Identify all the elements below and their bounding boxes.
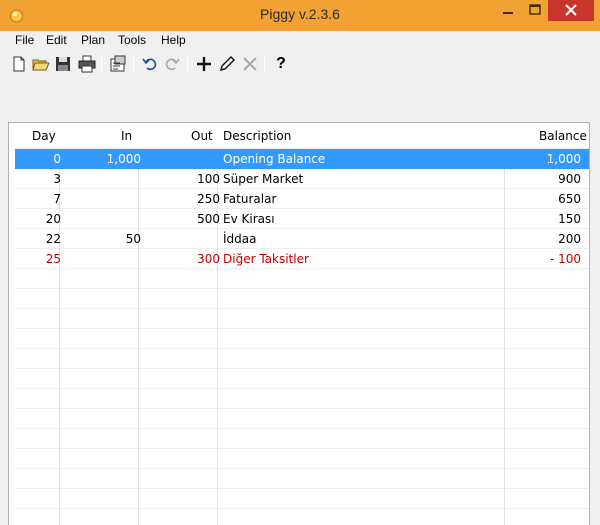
grid-row-line — [15, 448, 589, 449]
menu-edit[interactable]: Edit — [46, 33, 67, 47]
cell-day: 7 — [53, 192, 61, 206]
cell-description: Faturalar — [223, 192, 277, 206]
cell-day: 22 — [45, 232, 61, 246]
toolbar: ? — [0, 52, 600, 76]
cell-out: 250 — [197, 192, 220, 206]
table-row[interactable]: 25 300 Diğer Taksitler - 100 — [15, 249, 589, 269]
redo-icon[interactable] — [162, 54, 182, 74]
column-header-in[interactable]: In — [121, 129, 132, 143]
grid-row-line — [15, 408, 589, 409]
cell-balance: 200 — [558, 232, 581, 246]
properties-icon[interactable] — [108, 54, 128, 74]
cell-balance: 1,000 — [546, 152, 581, 166]
cell-day: 20 — [45, 212, 61, 226]
undo-icon[interactable] — [140, 54, 160, 74]
menu-help[interactable]: Help — [161, 33, 186, 47]
grid-row-line — [15, 348, 589, 349]
menu-file[interactable]: File — [15, 33, 34, 47]
grid-row-line — [15, 468, 589, 469]
table-row[interactable]: 3 100 Süper Market 900 — [15, 169, 589, 189]
transactions-grid[interactable]: Day In Out Description Balance 0 1,000 Ope… — [8, 122, 590, 525]
column-header-description[interactable]: Description — [223, 129, 291, 143]
cell-description: Opening Balance — [223, 152, 326, 166]
maximize-icon[interactable] — [522, 0, 548, 21]
edit-icon[interactable] — [217, 54, 237, 74]
title-bar[interactable]: Piggy v.2.3.6 — [0, 0, 600, 31]
grid-row-line — [15, 428, 589, 429]
cell-balance: 650 — [558, 192, 581, 206]
add-icon[interactable] — [194, 54, 214, 74]
delete-icon[interactable] — [240, 54, 260, 74]
table-row[interactable]: 0 1,000 Opening Balance 1,000 — [15, 149, 589, 169]
close-icon[interactable] — [548, 0, 594, 21]
menu-tools[interactable]: Tools — [118, 33, 146, 47]
help-icon[interactable]: ? — [271, 54, 291, 74]
column-header-out[interactable]: Out — [191, 129, 213, 143]
print-icon[interactable] — [77, 54, 97, 74]
cell-in: 1,000 — [106, 152, 141, 166]
open-icon[interactable] — [31, 54, 51, 74]
cell-day: 25 — [45, 252, 61, 266]
cell-out: 100 — [197, 172, 220, 186]
grid-header: Day In Out Description Balance — [9, 123, 589, 148]
cell-description: İddaa — [223, 232, 257, 246]
cell-day: 0 — [53, 152, 61, 166]
grid-row-line — [15, 508, 589, 509]
table-row[interactable]: 7 250 Faturalar 650 — [15, 189, 589, 209]
grid-row-line — [15, 328, 589, 329]
menu-plan[interactable]: Plan — [81, 33, 105, 47]
toolbar-separator — [264, 56, 265, 72]
column-header-day[interactable]: Day — [32, 129, 56, 143]
toolbar-separator — [101, 56, 102, 72]
cell-out: 300 — [197, 252, 220, 266]
table-row[interactable]: 22 50 İddaa 200 — [15, 229, 589, 249]
minimize-icon[interactable] — [494, 0, 522, 21]
menu-bar: File Edit Plan Tools Help — [0, 31, 600, 51]
toolbar-separator — [187, 56, 188, 72]
toolbar-separator — [133, 56, 134, 72]
cell-description: Süper Market — [223, 172, 304, 186]
table-row[interactable]: 20 500 Ev Kirası 150 — [15, 209, 589, 229]
cell-description: Ev Kirası — [223, 212, 275, 226]
cell-out: 500 — [197, 212, 220, 226]
grid-row-line — [15, 288, 589, 289]
grid-row-line — [15, 488, 589, 489]
column-header-balance[interactable]: Balance — [539, 129, 587, 143]
grid-row-line — [15, 368, 589, 369]
cell-in: 50 — [125, 232, 141, 246]
cell-balance: - 100 — [549, 252, 581, 266]
cell-balance: 150 — [558, 212, 581, 226]
cell-description: Diğer Taksitler — [223, 252, 309, 266]
cell-day: 3 — [53, 172, 61, 186]
new-icon[interactable] — [9, 54, 29, 74]
cell-balance: 900 — [558, 172, 581, 186]
grid-row-line — [15, 308, 589, 309]
grid-row-line — [15, 388, 589, 389]
save-icon[interactable] — [53, 54, 73, 74]
